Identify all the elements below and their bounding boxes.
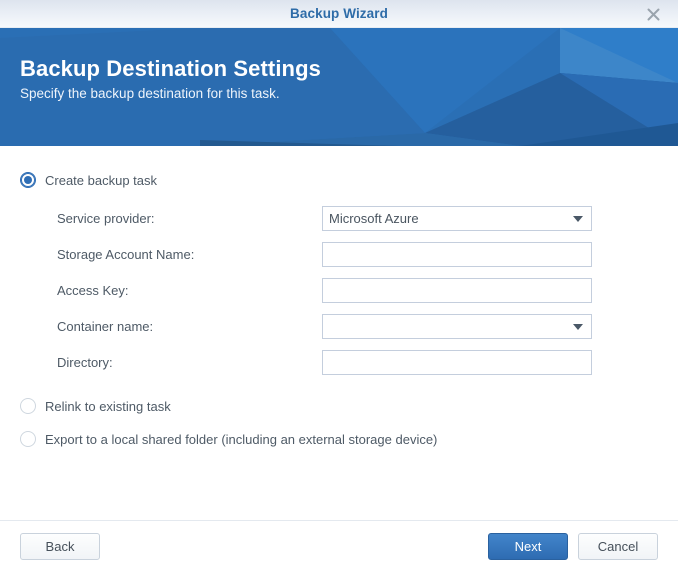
option-label-export-local-shared-folder[interactable]: Export to a local shared folder (includi… bbox=[45, 432, 437, 447]
value-service-provider: Microsoft Azure bbox=[329, 210, 419, 226]
form-row-container-name: Container name: bbox=[57, 310, 658, 342]
wizard-body: Create backup task Service provider: Mic… bbox=[0, 146, 678, 520]
backup-wizard-window: Backup Wizard Backup Destination Setting… bbox=[0, 0, 678, 571]
radio-create-backup-task[interactable] bbox=[20, 172, 36, 188]
wizard-footer: Back Next Cancel bbox=[0, 520, 678, 571]
close-icon[interactable] bbox=[636, 0, 670, 28]
footer-right-actions: Next Cancel bbox=[488, 532, 658, 560]
form-row-directory: Directory: bbox=[57, 346, 658, 378]
option-create-backup-task[interactable]: Create backup task bbox=[20, 168, 658, 192]
chevron-down-icon bbox=[573, 216, 583, 222]
label-service-provider: Service provider: bbox=[57, 210, 155, 226]
option-label-relink-existing-task[interactable]: Relink to existing task bbox=[45, 399, 171, 414]
input-access-key[interactable] bbox=[322, 277, 592, 303]
input-directory[interactable] bbox=[322, 349, 592, 375]
option-relink-existing-task[interactable]: Relink to existing task bbox=[20, 394, 658, 418]
cancel-button[interactable]: Cancel bbox=[578, 532, 658, 560]
label-storage-account-name: Storage Account Name: bbox=[57, 246, 195, 262]
page-title: Backup Destination Settings bbox=[20, 56, 321, 81]
label-directory: Directory: bbox=[57, 354, 113, 370]
option-label-create-backup-task[interactable]: Create backup task bbox=[45, 173, 157, 188]
input-storage-account-name[interactable] bbox=[322, 241, 592, 267]
form-row-access-key: Access Key: bbox=[57, 274, 658, 306]
chevron-down-icon bbox=[573, 324, 583, 330]
next-button[interactable]: Next bbox=[488, 532, 568, 560]
window-title: Backup Wizard bbox=[290, 6, 388, 21]
select-container-name[interactable] bbox=[322, 313, 592, 339]
label-container-name: Container name: bbox=[57, 318, 154, 334]
select-service-provider[interactable]: Microsoft Azure bbox=[322, 205, 592, 231]
radio-relink-existing-task[interactable] bbox=[20, 398, 36, 414]
destination-form: Service provider: Microsoft Azure Storag… bbox=[57, 202, 658, 378]
back-button[interactable]: Back bbox=[20, 532, 100, 560]
option-export-local-shared-folder[interactable]: Export to a local shared folder (includi… bbox=[20, 427, 658, 451]
label-access-key: Access Key: bbox=[57, 282, 129, 298]
form-row-service-provider: Service provider: Microsoft Azure bbox=[57, 202, 658, 234]
page-subtitle: Specify the backup destination for this … bbox=[20, 85, 280, 101]
header-banner: Backup Destination Settings Specify the … bbox=[0, 28, 678, 146]
radio-export-local-shared-folder[interactable] bbox=[20, 431, 36, 447]
title-bar: Backup Wizard bbox=[0, 0, 678, 28]
form-row-storage-account-name: Storage Account Name: bbox=[57, 238, 658, 270]
banner-text-block: Backup Destination Settings Specify the … bbox=[20, 56, 321, 102]
